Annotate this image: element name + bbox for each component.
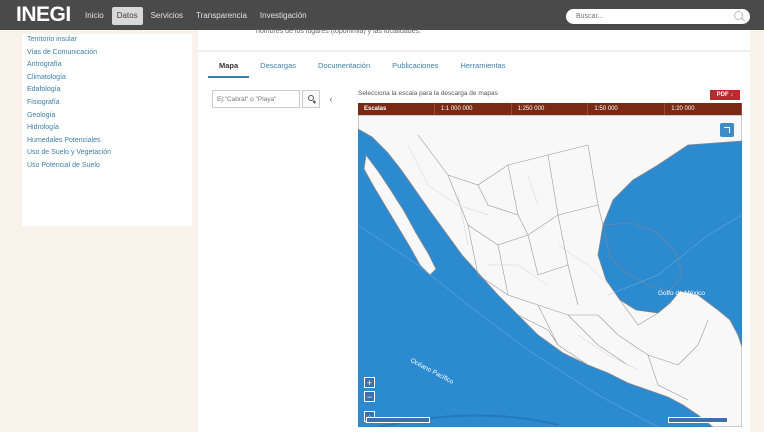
sidebar-item-edafologia[interactable]: Edafología xyxy=(22,84,192,97)
sidebar-item-hidrologia[interactable]: Hidrología xyxy=(22,122,192,135)
scale-indicator xyxy=(366,417,430,423)
header-search xyxy=(566,9,750,24)
scale-50k[interactable]: 1:50 000 xyxy=(588,103,666,115)
fullscreen-button[interactable] xyxy=(720,123,734,137)
zoom-in-button[interactable]: + xyxy=(364,377,375,388)
collapse-panel-button[interactable]: ‹ xyxy=(324,90,338,108)
tab-publicaciones[interactable]: Publicaciones xyxy=(381,58,449,78)
scale-label: Escalas xyxy=(358,103,435,115)
tab-bar: Mapa Descargas Documentación Publicacion… xyxy=(208,58,516,78)
nav-servicios[interactable]: Servicios xyxy=(146,7,188,25)
tab-descargas[interactable]: Descargas xyxy=(249,58,307,78)
sidebar: Territorio insular Vías de Comunicación … xyxy=(22,34,192,226)
sidebar-item-territorio-insular[interactable]: Territorio insular xyxy=(22,34,192,47)
top-bar: INEGI Inicio Datos Servicios Transparenc… xyxy=(0,0,764,30)
sidebar-item-uso-potencial[interactable]: Uso Potencial de Suelo xyxy=(22,160,192,173)
tab-documentacion[interactable]: Documentación xyxy=(307,58,381,78)
tab-herramientas[interactable]: Herramientas xyxy=(449,58,516,78)
sidebar-item-antrografia[interactable]: Antrografía xyxy=(22,59,192,72)
inegi-logo[interactable]: INEGI xyxy=(16,3,71,27)
main-panel: nombres de los lugares (toponimia) y las… xyxy=(198,28,750,432)
sidebar-item-climatologia[interactable]: Climatología xyxy=(22,72,192,85)
pdf-download-button[interactable]: PDF ↓ xyxy=(710,90,740,100)
nav-investigacion[interactable]: Investigación xyxy=(255,7,312,25)
nav-datos[interactable]: Datos xyxy=(111,7,143,25)
attribution-bar xyxy=(668,417,728,423)
place-search xyxy=(212,90,300,108)
divider xyxy=(198,50,750,52)
place-search-button[interactable] xyxy=(302,90,320,108)
map-title: Selecciona la escala para la descarga de… xyxy=(358,90,498,97)
map-canvas[interactable]: Golfo de México Océano Pacífico + − ⌂ xyxy=(358,115,742,427)
scale-250k[interactable]: 1:250 000 xyxy=(512,103,589,115)
sidebar-item-humedales[interactable]: Humedales Potenciales xyxy=(22,135,192,148)
scale-1m[interactable]: 1:1 000 000 xyxy=(435,103,512,115)
sidebar-item-vias-comunicacion[interactable]: Vías de Comunicación xyxy=(22,47,192,60)
place-search-input[interactable] xyxy=(213,92,297,106)
nav-transparencia[interactable]: Transparencia xyxy=(191,7,252,25)
sidebar-item-uso-suelo[interactable]: Uso de Suelo y Vegetación xyxy=(22,147,192,160)
sidebar-item-geologia[interactable]: Geología xyxy=(22,110,192,123)
tab-mapa[interactable]: Mapa xyxy=(208,58,250,78)
nav-inicio[interactable]: Inicio xyxy=(80,7,109,25)
scale-20k[interactable]: 1:20 000 xyxy=(665,103,742,115)
search-icon[interactable] xyxy=(734,11,743,20)
main-nav: Inicio Datos Servicios Transparencia Inv… xyxy=(80,7,315,25)
mexico-map xyxy=(358,115,742,427)
intro-text: nombres de los lugares (toponimia) y las… xyxy=(256,28,421,35)
zoom-out-button[interactable]: − xyxy=(364,391,375,402)
search-icon xyxy=(308,95,314,101)
header-search-input[interactable] xyxy=(576,11,726,22)
sidebar-item-fisiografia[interactable]: Fisiografía xyxy=(22,97,192,110)
map-label-gulf: Golfo de México xyxy=(658,290,705,297)
scale-selector: Escalas 1:1 000 000 1:250 000 1:50 000 1… xyxy=(358,103,742,115)
